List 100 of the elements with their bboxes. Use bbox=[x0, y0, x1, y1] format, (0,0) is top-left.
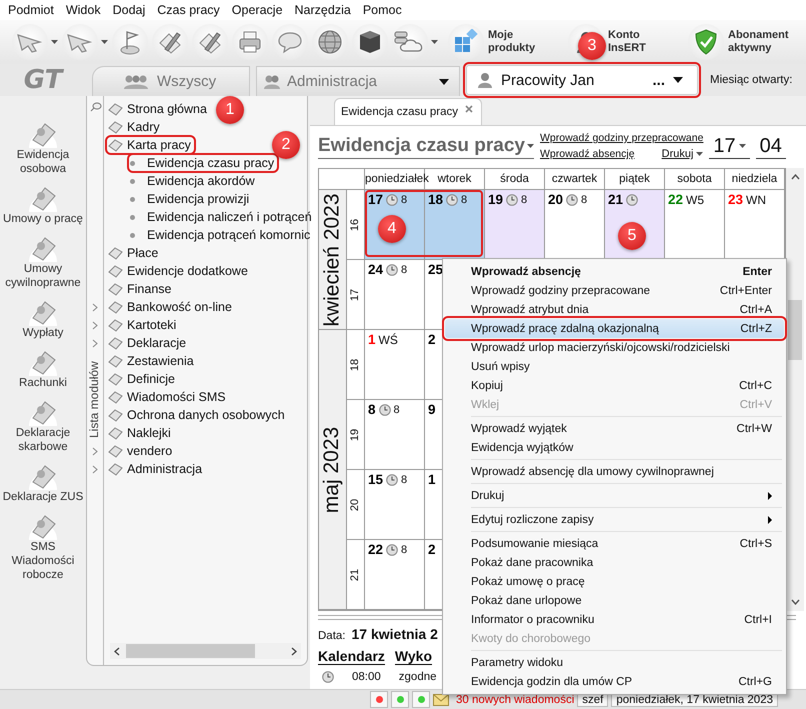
menu-item[interactable]: Dodaj bbox=[106, 3, 152, 17]
module-subitem[interactable]: Ewidencja prowizji bbox=[130, 192, 252, 206]
status-message[interactable]: 30 nowych wiadomości bbox=[456, 694, 574, 706]
scrollbar-thumb[interactable] bbox=[788, 300, 802, 360]
module-item[interactable]: Wiadomości SMS bbox=[108, 390, 228, 404]
menu-item[interactable]: Wprowadź urlop macierzyński/ojcowski/rodzicielski bbox=[445, 338, 784, 357]
menu-item[interactable]: Ewidencja godzin dla umów CP Ctrl+G bbox=[445, 672, 784, 691]
chevron-left-icon[interactable] bbox=[114, 646, 120, 656]
month-picker[interactable]: 04 bbox=[756, 134, 786, 158]
menu-item[interactable]: Wprowadź atrybut dnia Ctrl+A bbox=[445, 300, 784, 319]
day-cell[interactable]: 8 8 bbox=[365, 400, 425, 469]
module-item[interactable]: Karta pracy bbox=[108, 138, 193, 152]
module-item[interactable]: Zestawienia bbox=[108, 354, 196, 368]
group-tab[interactable]: Wszyscy bbox=[92, 66, 250, 96]
shortcut-text: Ctrl+S bbox=[740, 538, 772, 550]
day-number: 17 bbox=[368, 193, 384, 207]
week-number: 17 bbox=[350, 288, 362, 301]
menu-item[interactable]: Drukuj bbox=[445, 486, 784, 505]
menu-item[interactable]: Parametry widoku bbox=[445, 653, 784, 672]
menu-item[interactable]: Podsumowanie miesiąca Ctrl+S bbox=[445, 534, 784, 553]
scrollbar-thumb[interactable] bbox=[126, 644, 255, 658]
day-cell[interactable]: 22 W5 bbox=[665, 190, 725, 259]
section-tab[interactable]: Wyko bbox=[394, 648, 432, 665]
clock-icon bbox=[506, 194, 518, 206]
module-item[interactable]: Definicje bbox=[108, 372, 177, 386]
chevron-up-icon[interactable] bbox=[790, 174, 800, 180]
day-cell[interactable]: 18 8 bbox=[425, 190, 485, 259]
menu-item[interactable]: Narzędzia bbox=[288, 3, 357, 17]
day-cell[interactable]: 20 8 bbox=[545, 190, 605, 259]
dropdown-arrow-icon bbox=[673, 77, 683, 83]
module-item[interactable]: Deklaracje bbox=[108, 336, 188, 350]
menu-item[interactable]: Kopiuj Ctrl+C bbox=[445, 376, 784, 395]
nav-item[interactable]: Rachunki bbox=[19, 346, 67, 390]
module-item[interactable]: Naklejki bbox=[108, 426, 173, 440]
module-subitem[interactable]: Ewidencja czasu pracy bbox=[130, 156, 276, 170]
menu-item[interactable]: Pomoc bbox=[356, 3, 408, 17]
menu-item[interactable]: Wprowadź wyjątek Ctrl+W bbox=[445, 419, 784, 438]
menu-item[interactable]: Pokaż dane pracownika bbox=[445, 553, 784, 572]
menu-item[interactable]: Edytuj rozliczone zapisy bbox=[445, 510, 784, 529]
menu-item[interactable]: Operacje bbox=[226, 3, 289, 17]
products-button[interactable]: Moje produkty bbox=[448, 22, 558, 62]
nav-item[interactable]: Deklaracje skarbowe bbox=[0, 396, 86, 454]
module-item[interactable]: Bankowość on-line bbox=[108, 300, 234, 314]
module-item[interactable]: Płace bbox=[108, 246, 160, 260]
envelope-icon[interactable] bbox=[433, 694, 449, 706]
print-dropdown[interactable]: Drukuj bbox=[662, 148, 704, 160]
close-icon[interactable] bbox=[465, 105, 473, 113]
menu-item[interactable]: Informator o pracowniku Ctrl+I bbox=[445, 610, 784, 629]
module-item[interactable]: vendero bbox=[108, 444, 174, 458]
module-item[interactable]: Finanse bbox=[108, 282, 174, 296]
day-cell[interactable]: 24 8 bbox=[365, 260, 425, 329]
day-picker[interactable]: 17 bbox=[709, 134, 750, 158]
module-item[interactable]: Administracja bbox=[108, 462, 204, 476]
menu-item[interactable]: Wprowadź absencję Enter bbox=[445, 262, 784, 281]
shortcut-text: Ctrl+Enter bbox=[720, 284, 772, 296]
subscription-button[interactable]: Abonament aktywny bbox=[688, 22, 798, 62]
document-tab[interactable]: Ewidencja czasu pracy bbox=[334, 98, 482, 125]
nav-item[interactable]: Deklaracje ZUS bbox=[2, 460, 84, 504]
nav-item[interactable]: Ewidencja osobowa bbox=[0, 118, 86, 176]
scrollbar[interactable] bbox=[786, 168, 804, 611]
menu-item[interactable]: Usuń wpisy bbox=[445, 357, 784, 376]
employee-dropdown[interactable]: Pracowity Jan ... bbox=[466, 65, 698, 95]
menu-item[interactable]: Wprowadź absencję dla umowy cywilnoprawnej bbox=[445, 462, 784, 481]
nav-item[interactable]: Wypłaty bbox=[22, 296, 64, 340]
day-number: 22 bbox=[368, 543, 384, 557]
nav-item[interactable]: Umowy o pracę bbox=[3, 182, 83, 226]
day-cell[interactable]: 19 8 bbox=[485, 190, 545, 259]
module-item[interactable]: Kartoteki bbox=[108, 318, 178, 332]
chevron-right-icon[interactable] bbox=[291, 646, 297, 656]
view-title-dropdown[interactable]: Ewidencja czasu pracy bbox=[318, 134, 534, 158]
card-icon bbox=[108, 408, 123, 422]
menu-item[interactable]: Pokaż dane urlopowe bbox=[445, 591, 784, 610]
caret-icon bbox=[527, 144, 534, 148]
day-cell[interactable]: 23 WN bbox=[725, 190, 785, 259]
section-tab[interactable]: Kalendarz bbox=[318, 648, 385, 665]
card-icon bbox=[108, 102, 123, 116]
menu-item[interactable]: Pokaż umowę o pracę bbox=[445, 572, 784, 591]
day-cell[interactable]: 22 8 bbox=[365, 540, 425, 609]
group-dropdown[interactable]: Administracja bbox=[256, 66, 460, 96]
chevron-down-icon[interactable] bbox=[790, 599, 800, 605]
module-subitem[interactable]: Ewidencja naliczeń i potrąceń bbox=[130, 210, 314, 224]
module-item[interactable]: Strona główna bbox=[108, 102, 209, 116]
hours-text: 8 bbox=[394, 403, 400, 417]
link[interactable]: Wprowadź absencję bbox=[540, 148, 635, 160]
module-subitem[interactable]: Ewidencja akordów bbox=[130, 174, 257, 188]
menu-item[interactable]: Wprowadź pracę zdalną okazjonalną Ctrl+Z bbox=[445, 319, 784, 338]
nav-item[interactable]: SMS Wiadomości robocze bbox=[0, 510, 86, 582]
scrollbar[interactable] bbox=[110, 643, 301, 659]
module-item[interactable]: Kadry bbox=[108, 120, 162, 134]
clock-icon bbox=[386, 474, 398, 486]
menu-item[interactable]: Podmiot bbox=[2, 3, 60, 17]
menu-item[interactable]: Czas pracy bbox=[151, 3, 226, 17]
module-item[interactable]: Ewidencje dodatkowe bbox=[108, 264, 250, 278]
link[interactable]: Wprowadź godziny przepracowane bbox=[540, 132, 704, 144]
menu-item[interactable]: Ewidencja wyjątków bbox=[445, 438, 784, 457]
module-item[interactable]: Ochrona danych osobowych bbox=[108, 408, 287, 422]
module-subitem[interactable]: Ewidencja potrąceń komornic bbox=[130, 228, 312, 242]
menu-item[interactable]: Widok bbox=[60, 3, 107, 17]
nav-item[interactable]: Umowy cywilnoprawne bbox=[0, 232, 86, 290]
menu-item[interactable]: Wprowadź godziny przepracowane Ctrl+Enter bbox=[445, 281, 784, 300]
